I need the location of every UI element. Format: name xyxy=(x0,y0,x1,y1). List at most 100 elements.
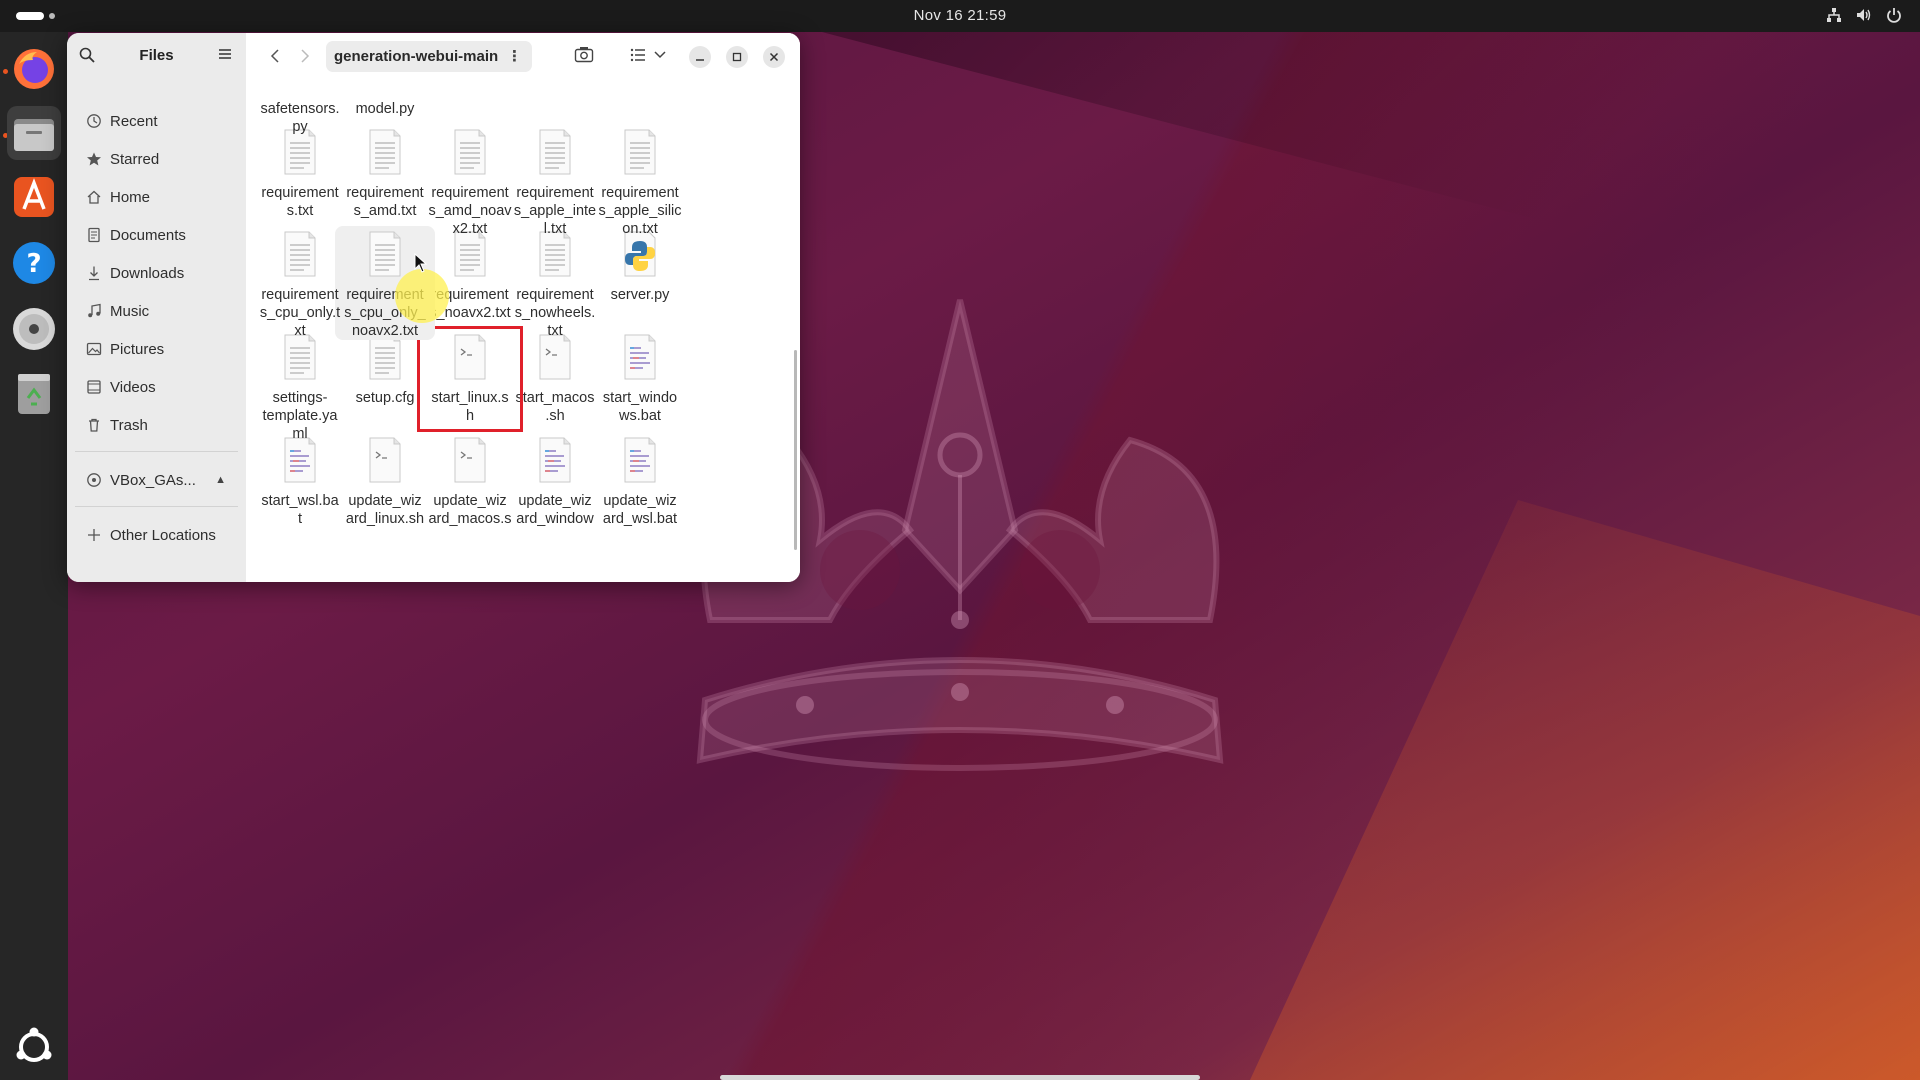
click-indicator xyxy=(395,269,449,323)
file-item[interactable]: requirement s_amd_noav x2.txt xyxy=(420,124,520,238)
sidebar-item-pictures[interactable]: Pictures xyxy=(73,330,240,368)
download-icon xyxy=(89,266,99,281)
file-item[interactable]: start_wsl.ba t xyxy=(250,432,350,528)
text-file-icon xyxy=(505,124,605,180)
eject-icon[interactable]: ▲ xyxy=(215,474,226,486)
star-icon xyxy=(87,152,101,166)
forward-button[interactable] xyxy=(294,45,316,67)
script-file-icon xyxy=(335,432,435,488)
file-name: server.py xyxy=(610,287,670,303)
script-file-icon xyxy=(420,432,520,488)
sidebar-item-home[interactable]: Home xyxy=(73,178,240,216)
close-button[interactable] xyxy=(763,46,785,68)
volume-icon xyxy=(1857,9,1871,21)
hamburger-menu-icon[interactable] xyxy=(218,48,232,60)
file-item[interactable]: update_wiz ard_wsl.bat xyxy=(590,432,690,528)
system-tray[interactable] xyxy=(1826,7,1902,23)
ubuntu-logo-icon xyxy=(16,1027,52,1062)
clock-icon xyxy=(87,114,101,128)
sidebar-item-other-locations[interactable]: Other Locations xyxy=(73,516,240,554)
file-item[interactable]: requirement s_apple_inte l.txt xyxy=(505,124,605,238)
files-launcher[interactable] xyxy=(7,106,61,160)
svg-text:?: ? xyxy=(26,249,41,279)
sidebar-item-recent[interactable]: Recent xyxy=(73,102,240,140)
file-name: requirement s_cpu_only.t xt xyxy=(259,287,341,339)
clock[interactable]: Nov 16 21:59 xyxy=(0,7,1920,24)
sidebar-item-documents[interactable]: Documents xyxy=(73,216,240,254)
path-menu-icon[interactable]: ⋮ xyxy=(507,47,522,65)
file-item[interactable]: start_linux.s h xyxy=(417,326,523,432)
power-icon xyxy=(1887,8,1901,23)
minimize-button[interactable] xyxy=(689,46,711,68)
maximize-icon xyxy=(732,52,742,62)
file-item[interactable]: update_wiz ard_linux.sh xyxy=(335,432,435,528)
sidebar-item-label: Music xyxy=(110,302,150,320)
chevron-right-icon xyxy=(301,49,310,63)
folder-icon xyxy=(14,119,54,151)
trash-launcher[interactable] xyxy=(7,366,61,420)
file-item[interactable]: requirement s_amd.txt xyxy=(335,124,435,220)
sidebar-item-music[interactable]: Music xyxy=(73,292,240,330)
file-name: start_macos .sh xyxy=(515,390,595,424)
chevron-down-icon[interactable] xyxy=(654,50,666,60)
back-button[interactable] xyxy=(264,45,286,67)
scrollbar[interactable] xyxy=(794,350,797,550)
sidebar-item-label: Starred xyxy=(110,150,160,168)
sidebar-separator xyxy=(75,506,238,507)
file-item[interactable]: settings- template.ya ml xyxy=(250,329,350,443)
minimize-icon xyxy=(696,59,704,61)
file-item[interactable]: update_wiz ard_macos.s xyxy=(420,432,520,528)
file-item[interactable]: requirement s_apple_silic on.txt xyxy=(590,124,690,238)
disc-launcher[interactable] xyxy=(7,302,61,356)
file-item[interactable]: requirement s_nowheels. txt xyxy=(505,226,605,340)
file-item[interactable]: requirement s_cpu_only.t xt xyxy=(250,226,350,340)
file-grid: update_wiz ard_wsl.bat update_wiz ard_win… xyxy=(246,80,800,582)
firefox-launcher[interactable] xyxy=(7,42,61,96)
current-folder-label: generation-webui-main xyxy=(334,48,499,65)
sidebar-item-label: Downloads xyxy=(110,264,185,282)
file-name: start_windo ws.bat xyxy=(602,390,678,424)
sidebar-item-label: VBox_GAs... xyxy=(110,471,196,489)
document-icon xyxy=(88,227,100,243)
app-center-launcher[interactable] xyxy=(7,170,61,224)
header-bar: generation-webui-main ⋮ xyxy=(246,33,800,80)
sidebar-item-vbox-gas[interactable]: VBox_GAs... ▲ xyxy=(73,461,240,499)
batch-file-icon xyxy=(505,432,605,488)
sidebar-item-label: Recent xyxy=(110,112,158,130)
path-bar[interactable]: generation-webui-main ⋮ xyxy=(326,41,532,72)
file-item[interactable]: requirement s.txt xyxy=(250,124,350,220)
file-name: settings- template.ya ml xyxy=(262,390,338,442)
file-name: requirement s_nowheels. txt xyxy=(514,287,596,339)
dock: ? xyxy=(0,32,68,1080)
file-name: setup.cfg xyxy=(355,390,415,406)
sidebar-item-videos[interactable]: Videos xyxy=(73,368,240,406)
file-item[interactable]: safetensors. py xyxy=(250,80,350,136)
sidebar-item-downloads[interactable]: Downloads xyxy=(73,254,240,292)
file-name: requirement s_amd.txt xyxy=(346,185,424,219)
batch-file-icon xyxy=(590,432,690,488)
sidebar-item-trash[interactable]: Trash xyxy=(73,406,240,444)
file-item[interactable]: update_wiz ard_window xyxy=(505,432,605,528)
sidebar: Files Recent Starred Home Documents Download… xyxy=(67,33,246,582)
help-icon: ? xyxy=(13,242,55,284)
sidebar-item-label: Trash xyxy=(110,416,148,434)
trash-icon xyxy=(89,418,99,432)
camera-icon[interactable] xyxy=(574,45,594,65)
home-icon xyxy=(87,190,101,204)
maximize-button[interactable] xyxy=(726,46,748,68)
text-file-icon xyxy=(420,124,520,180)
file-item[interactable]: model.py xyxy=(335,80,435,118)
sidebar-item-starred[interactable]: Starred xyxy=(73,140,240,178)
files-window: Files Recent Starred Home Documents Download… xyxy=(67,33,800,582)
show-apps-button[interactable] xyxy=(7,1020,61,1074)
file-item[interactable]: start_macos .sh xyxy=(505,329,605,425)
chevron-left-icon xyxy=(270,49,279,63)
help-launcher[interactable]: ? xyxy=(7,236,61,290)
file-item[interactable]: setup.cfg xyxy=(335,329,435,407)
list-view-icon[interactable] xyxy=(630,47,646,63)
file-name: requirement s_apple_inte l.txt xyxy=(513,185,597,237)
file-name: update_wiz ard_wsl.bat xyxy=(602,493,678,527)
file-name: update_wiz ard_window xyxy=(516,493,594,527)
file-name: update_wiz ard_macos.s xyxy=(428,493,512,527)
file-item[interactable]: start_windo ws.bat xyxy=(590,329,690,425)
